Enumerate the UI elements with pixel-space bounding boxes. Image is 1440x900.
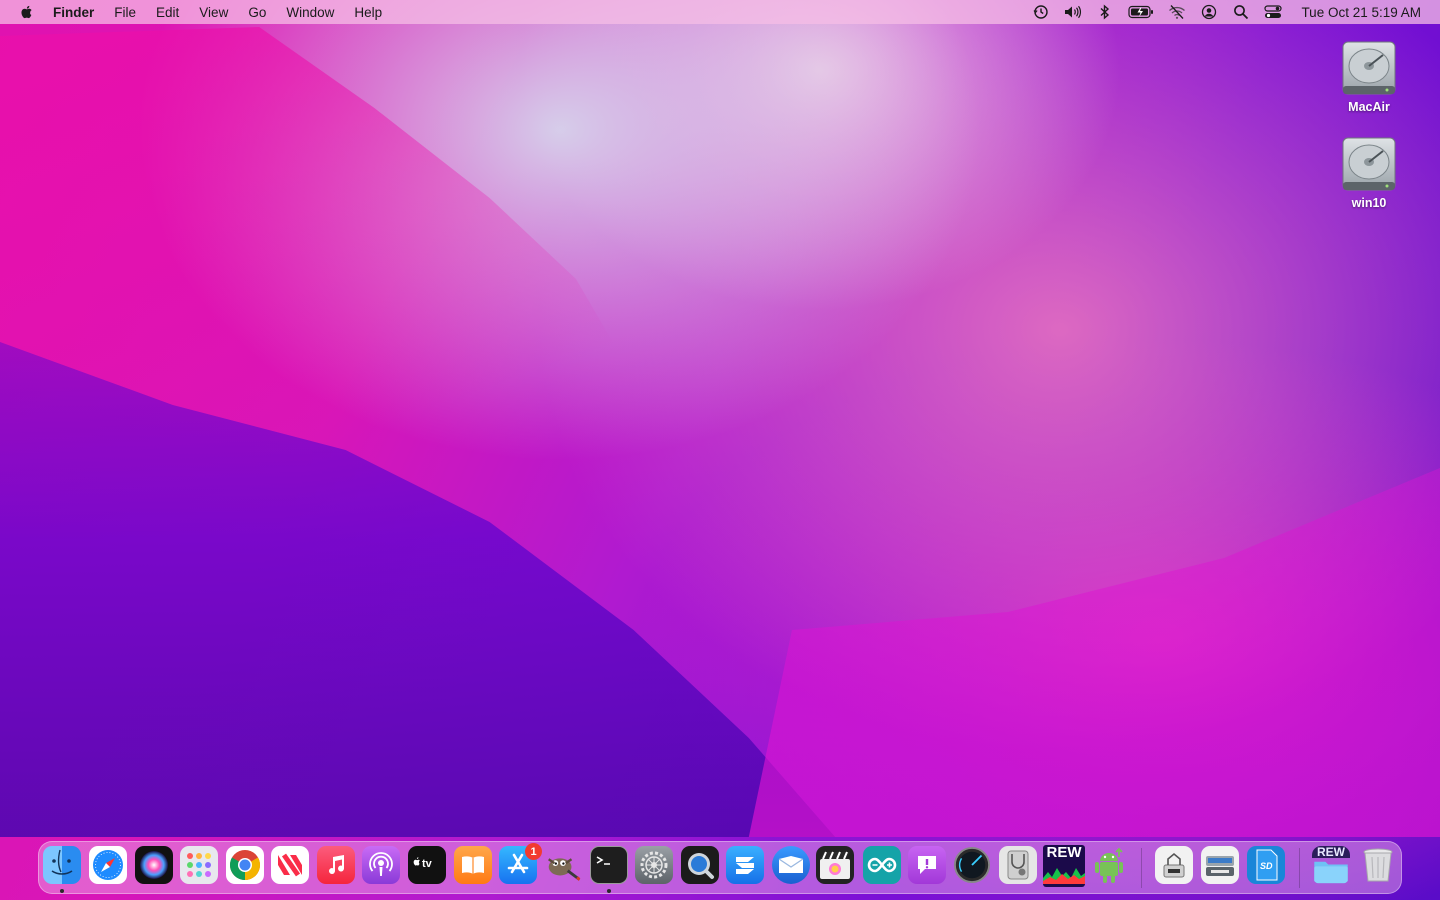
dock-terminal[interactable]	[590, 846, 628, 884]
dock-disk-speed-app[interactable]	[953, 846, 991, 884]
drive-label: MacAir	[1348, 100, 1390, 114]
clapperboard-icon	[820, 851, 850, 879]
hard-drive-icon	[1341, 134, 1397, 194]
stethoscope-drive-icon	[1007, 850, 1029, 880]
menu-edit[interactable]: Edit	[156, 5, 179, 20]
notification-badge: 1	[525, 843, 542, 860]
dock-separator	[1299, 848, 1300, 888]
launchpad-grid-icon	[187, 853, 211, 877]
dock-system-preferences[interactable]	[635, 846, 673, 884]
desktop-drive-macair[interactable]: MacAir	[1324, 38, 1414, 114]
dock-rew[interactable]: REW	[1043, 845, 1085, 887]
hard-drive-icon	[1341, 38, 1397, 98]
compass-icon	[93, 850, 123, 880]
menu-window[interactable]: Window	[286, 5, 334, 20]
menu-help[interactable]: Help	[354, 5, 382, 20]
apple-menu-icon[interactable]	[19, 4, 35, 20]
speech-exclamation-icon	[918, 856, 936, 874]
dock-feedback-assistant[interactable]	[908, 846, 946, 884]
status-area: Tue Oct 21 5:19 AM	[1025, 0, 1440, 24]
dock-siri[interactable]	[135, 846, 173, 884]
dock-podcasts[interactable]	[362, 846, 400, 884]
dock-books[interactable]	[454, 846, 492, 884]
svg-text:tv: tv	[422, 858, 433, 870]
desktop-drive-win10[interactable]: win10	[1324, 134, 1414, 210]
speedometer-icon	[953, 846, 991, 884]
apple-tv-icon: tv	[413, 857, 433, 870]
dock-network-utility[interactable]	[1155, 846, 1193, 884]
folder-icon	[1314, 861, 1348, 884]
dock-tv[interactable]: tv	[408, 846, 446, 884]
dock-trash[interactable]	[1359, 846, 1397, 884]
waterfall-chart-icon	[1043, 868, 1085, 884]
finder-face-icon	[51, 849, 73, 875]
dock-image-utility[interactable]	[1201, 846, 1239, 884]
dock-separator	[1141, 848, 1142, 888]
stack-layers-icon	[736, 857, 754, 874]
dock-gimp[interactable]	[543, 846, 581, 884]
menu-file[interactable]: File	[114, 5, 136, 20]
dock-arduino[interactable]	[863, 846, 901, 884]
quicktime-q-icon	[688, 853, 714, 879]
dock-final-cut-pro[interactable]	[816, 846, 854, 884]
running-indicator	[607, 889, 611, 893]
dock-mail-app[interactable]	[772, 846, 810, 884]
chrome-icon	[229, 850, 260, 880]
menu-bar: Finder File Edit View Go Window Help Tue…	[0, 0, 1440, 24]
dock-launchpad[interactable]	[180, 846, 218, 884]
dock-news[interactable]	[271, 846, 309, 884]
music-note-icon	[329, 855, 345, 875]
menu-go[interactable]: Go	[248, 5, 266, 20]
app-name-menu[interactable]: Finder	[53, 5, 94, 20]
svg-text:SD: SD	[1260, 861, 1273, 871]
running-indicator	[60, 889, 64, 893]
dock-google-chrome[interactable]	[226, 846, 264, 884]
book-icon	[462, 856, 484, 874]
dock-safari[interactable]	[89, 846, 127, 884]
dock-disk-utility[interactable]	[999, 846, 1037, 884]
scanner-icon	[1206, 856, 1234, 876]
dock-stack-app[interactable]	[726, 846, 764, 884]
gimp-wilber-icon	[548, 858, 581, 882]
trash-icon	[1363, 848, 1393, 882]
user-icon[interactable]	[1199, 2, 1219, 22]
android-robot-icon	[1095, 847, 1123, 883]
dock-quicktime-player[interactable]	[681, 846, 719, 884]
gear-icon	[640, 851, 668, 879]
stack-rew-label: REW	[1312, 846, 1350, 858]
terminal-prompt-icon	[596, 856, 610, 865]
dock-music[interactable]	[317, 846, 355, 884]
sd-card-icon: SD	[1256, 849, 1278, 881]
envelope-icon	[778, 856, 804, 873]
network-device-icon	[1163, 852, 1185, 878]
wifi-off-icon[interactable]	[1167, 2, 1187, 22]
news-icon	[278, 853, 302, 877]
dock-sd-card-formatter[interactable]: SD	[1247, 846, 1285, 884]
infinity-icon	[867, 857, 897, 873]
dock-android-file-transfer[interactable]	[1090, 846, 1128, 884]
battery-icon[interactable]	[1127, 2, 1155, 22]
dock-folder-stack[interactable]: REW	[1312, 846, 1350, 884]
bluetooth-icon[interactable]	[1095, 2, 1115, 22]
rew-label: REW	[1046, 845, 1082, 861]
dock-finder[interactable]	[43, 846, 81, 884]
siri-orb-icon	[140, 851, 168, 879]
volume-icon[interactable]	[1063, 2, 1083, 22]
drive-label: win10	[1351, 196, 1387, 210]
spotlight-search-icon[interactable]	[1231, 2, 1251, 22]
menu-view[interactable]: View	[199, 5, 228, 20]
menu-clock[interactable]: Tue Oct 21 5:19 AM	[1301, 5, 1421, 20]
control-center-icon[interactable]	[1263, 2, 1283, 22]
time-machine-icon[interactable]	[1031, 2, 1051, 22]
podcast-icon	[369, 852, 393, 876]
